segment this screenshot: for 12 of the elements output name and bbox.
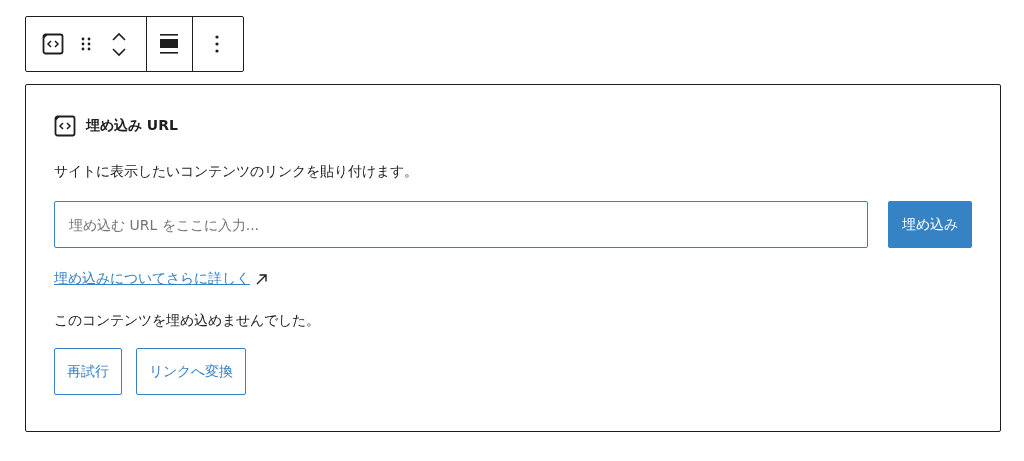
block-title: 埋め込み URL <box>86 117 178 135</box>
error-message: このコンテンツを埋め込めませんでした。 <box>54 312 321 330</box>
convert-to-link-button[interactable]: リンクへ変換 <box>136 348 246 395</box>
retry-button[interactable]: 再試行 <box>54 348 122 395</box>
instructions-text: サイトに表示したいコンテンツのリンクを貼り付けます。 <box>54 163 419 181</box>
move-up-icon[interactable] <box>112 31 126 41</box>
url-input-field[interactable]: 埋め込む URL をここに入力... <box>54 201 868 248</box>
embed-icon <box>54 115 76 137</box>
move-down-icon[interactable] <box>112 47 126 57</box>
external-link-icon <box>256 273 267 285</box>
learn-more-link[interactable]: 埋め込みについてさらに詳しく <box>54 270 250 288</box>
embed-button[interactable]: 埋め込み <box>888 201 972 248</box>
